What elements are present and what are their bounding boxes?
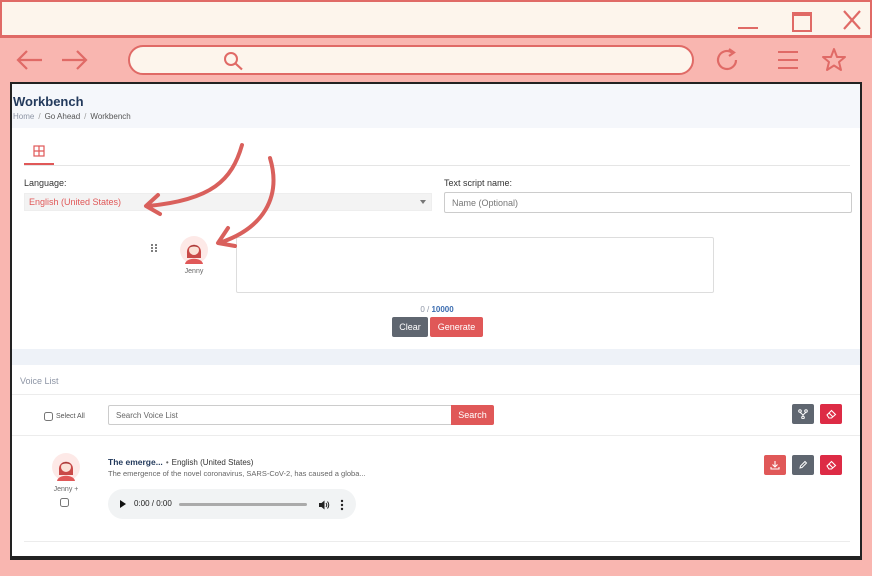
language-label: Language: (24, 178, 67, 188)
download-button[interactable] (764, 455, 786, 475)
volume-icon[interactable] (318, 498, 330, 510)
voice-list-card: Voice List Select All Search Jenny + The… (12, 365, 860, 556)
audio-player: 0:00 / 0:00 (108, 489, 356, 519)
chevron-down-icon (420, 200, 426, 204)
search-icon (224, 52, 243, 71)
breadcrumb-home[interactable]: Home (13, 112, 34, 121)
forward-arrow-icon[interactable] (58, 46, 90, 74)
search-button[interactable]: Search (451, 405, 494, 425)
voice-title[interactable]: The emerge... (108, 457, 163, 467)
minimize-icon[interactable] (734, 8, 762, 32)
reload-icon[interactable] (712, 46, 744, 74)
script-name-input[interactable] (444, 192, 852, 213)
voice-list-divider (12, 394, 860, 395)
address-bar[interactable] (128, 45, 694, 75)
edit-button[interactable] (792, 455, 814, 475)
voice-heading: The emerge... • English (United States) (108, 457, 254, 467)
page-title: Workbench (13, 94, 84, 109)
language-select[interactable]: English (United States) (24, 193, 432, 211)
page-viewport: Workbench Home / Go Ahead / Workbench Langua… (10, 82, 862, 560)
voice-list-title: Voice List (20, 376, 59, 386)
erase-all-button[interactable] (820, 404, 842, 424)
voice-select-checkbox[interactable] (60, 498, 69, 507)
audio-time: 0:00 / 0:00 (134, 499, 172, 508)
clear-button[interactable]: Clear (392, 317, 428, 337)
download-icon (770, 461, 780, 470)
close-icon[interactable] (838, 8, 866, 32)
menu-icon[interactable] (772, 46, 804, 74)
merge-button[interactable] (792, 404, 814, 424)
eraser-icon (825, 460, 836, 470)
bookmark-star-icon[interactable] (818, 46, 850, 74)
back-arrow-icon[interactable] (14, 46, 46, 74)
select-all[interactable]: Select All (44, 412, 85, 421)
voice-description: The emergence of the novel coronavirus, … (108, 469, 366, 478)
voice-search-input[interactable] (108, 405, 452, 425)
pencil-icon (799, 460, 808, 469)
character-counter: 0 / 10000 (420, 305, 454, 314)
list-bottom-divider (24, 541, 850, 542)
tab-grid[interactable] (24, 137, 54, 165)
script-name-label: Text script name: (444, 178, 513, 188)
language-selected-value: English (United States) (29, 197, 122, 207)
voice-avatar[interactable] (52, 453, 80, 481)
script-textarea[interactable] (236, 237, 714, 293)
play-icon[interactable] (120, 500, 126, 508)
url-input[interactable] (250, 51, 670, 71)
breadcrumb-workbench: Workbench (90, 112, 131, 121)
merge-icon (798, 409, 808, 419)
speaker-name: Jenny (184, 268, 204, 275)
list-divider (12, 435, 860, 436)
voice-speaker-name: Jenny + (53, 486, 79, 493)
select-all-checkbox[interactable] (44, 412, 53, 421)
tts-generator-card: Language: English (United States) Text s… (12, 131, 860, 349)
select-all-label: Select All (56, 413, 85, 420)
voice-language: English (United States) (171, 458, 254, 467)
page-header: Workbench Home / Go Ahead / Workbench (12, 84, 860, 128)
grid-icon (33, 145, 45, 157)
eraser-icon (825, 409, 836, 419)
delete-voice-button[interactable] (820, 455, 842, 475)
generate-button[interactable]: Generate (430, 317, 483, 337)
breadcrumb-go-ahead[interactable]: Go Ahead (45, 112, 81, 121)
drag-handle-icon[interactable] (150, 240, 158, 252)
window-titlebar (0, 0, 872, 38)
speaker-avatar[interactable] (180, 236, 208, 264)
breadcrumb: Home / Go Ahead / Workbench (13, 112, 131, 121)
tab-divider (24, 165, 850, 166)
more-options-icon[interactable] (340, 498, 344, 511)
maximize-icon[interactable] (788, 8, 816, 32)
section-spacer (12, 349, 860, 365)
audio-progress-slider[interactable] (179, 503, 307, 506)
